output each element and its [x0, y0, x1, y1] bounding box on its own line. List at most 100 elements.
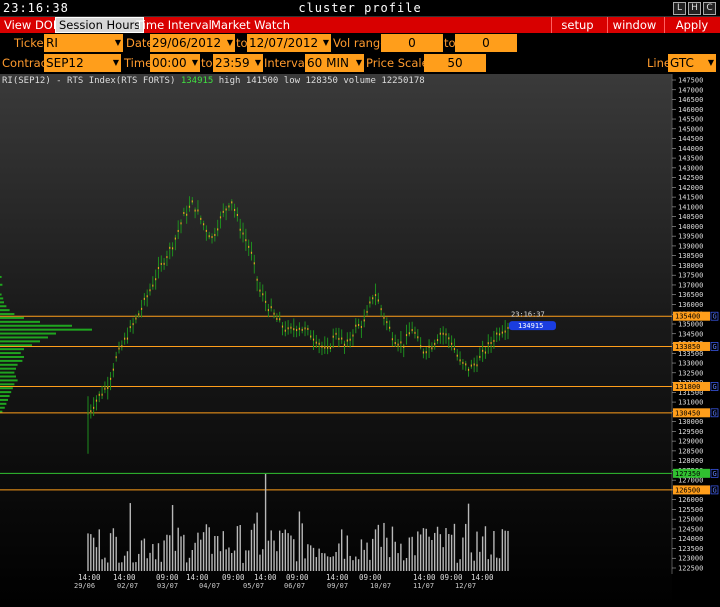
price-bar-close	[180, 222, 182, 225]
price-bar-close	[352, 334, 354, 337]
price-bar-close	[363, 319, 365, 322]
price-tick-label: 140500	[678, 213, 703, 221]
price-bar-close	[479, 355, 481, 358]
price-bar-close	[321, 345, 323, 348]
price-bar-close	[403, 345, 405, 348]
price-bar-close	[391, 338, 394, 341]
apply-button[interactable]: Apply	[664, 17, 719, 33]
volume-profile-bar	[0, 316, 24, 319]
price-bar-close	[171, 247, 174, 250]
volume-profile-bar	[0, 313, 15, 316]
price-bar-close	[377, 299, 379, 302]
close-button[interactable]: C	[703, 2, 716, 15]
time-to-field[interactable]: 23:59 ▼	[213, 54, 263, 72]
window-button[interactable]: window	[607, 17, 661, 33]
chevron-down-icon: ▼	[226, 38, 233, 47]
volume-profile-bar	[0, 275, 2, 278]
price-bar-close	[408, 332, 410, 335]
price-bar-close	[149, 289, 151, 292]
chevron-down-icon: ▼	[322, 38, 329, 47]
time-axis-label: 14:00	[471, 573, 494, 582]
price-bar-close	[420, 345, 422, 348]
ticker-value: RI	[46, 36, 58, 50]
price-bar-close	[233, 208, 236, 211]
volume-profile-bar	[0, 387, 13, 390]
price-tick-label: 141000	[678, 203, 703, 211]
hide-button[interactable]: H	[688, 2, 701, 15]
price-tick-label: 142000	[678, 184, 703, 192]
price-bar-close	[484, 351, 487, 354]
price-bar-close	[465, 363, 467, 366]
price-tick-label: 126000	[678, 496, 703, 504]
price-tick-label: 137500	[678, 272, 703, 280]
price-bar-close	[121, 345, 123, 348]
vol-to-input[interactable]: 0	[455, 34, 517, 52]
date-axis-label: 10/07	[370, 582, 391, 590]
tab-market-watch[interactable]: Market Watch	[208, 17, 293, 33]
price-bar-close	[222, 210, 224, 213]
level-g-label: G	[713, 486, 717, 494]
volume-profile-bar	[0, 367, 16, 370]
time-from-field[interactable]: 00:00 ▼	[150, 54, 200, 72]
price-scale-label: Price Scale	[366, 56, 429, 70]
price-bar-close	[197, 209, 199, 212]
time-axis-label: 09:00	[222, 573, 245, 582]
price-bar-close	[295, 329, 298, 332]
ticker-select[interactable]: RI ▼	[44, 34, 123, 52]
price-bar-close	[152, 284, 154, 287]
line-select[interactable]: GTC ▼	[668, 54, 716, 72]
price-bar-close	[183, 211, 185, 214]
price-bar-close	[298, 327, 301, 330]
price-bar-close	[496, 332, 498, 335]
interval-select[interactable]: 60 MIN ▼	[305, 54, 364, 72]
price-bar-close	[104, 387, 106, 390]
price-bar-close	[459, 359, 461, 362]
price-bar-close	[191, 200, 193, 203]
chevron-down-icon: ▼	[254, 58, 261, 67]
price-bar-close	[208, 235, 210, 238]
price-bar-close	[411, 329, 413, 332]
chart-area[interactable]: 147500 147000 146500 146000 145500 145000 1445…	[0, 74, 720, 607]
price-tick-label: 124000	[678, 535, 703, 543]
time-axis-label: 09:00	[286, 573, 309, 582]
price-bar-close	[431, 347, 433, 350]
volume-profile-bar	[0, 324, 72, 327]
price-bar-close	[217, 228, 219, 231]
link-button[interactable]: L	[673, 2, 686, 15]
date-to-field[interactable]: 12/07/2012 ▼	[247, 34, 331, 52]
price-bar-close	[498, 333, 501, 336]
time-axis-label: 09:00	[440, 573, 463, 582]
price-bar-close	[473, 363, 475, 366]
price-tick-label: 135000	[678, 321, 703, 329]
chart-symbol: RI(SEP12) - RTS Index(RTS FORTS)	[2, 76, 176, 86]
price-bar-close	[245, 239, 247, 242]
price-bar-close	[174, 237, 176, 240]
price-bar-close	[366, 310, 368, 313]
time-from-value: 00:00	[152, 56, 187, 70]
time-axis-label: 14:00	[254, 573, 277, 582]
price-tick-label: 131000	[678, 399, 703, 407]
volume-profile-bar	[0, 359, 23, 362]
level-label: 135400	[675, 313, 700, 321]
setup-button[interactable]: setup	[551, 17, 603, 33]
price-scale-input[interactable]: 50	[424, 54, 486, 72]
tab-session-hours[interactable]: Session Hours	[55, 17, 145, 33]
price-tick-label: 127000	[678, 477, 703, 485]
volume-profile-bar	[0, 352, 21, 355]
price-bar-close	[358, 324, 360, 327]
price-bar-close	[448, 337, 450, 340]
tab-time-interval[interactable]: Time Interval	[133, 17, 215, 33]
price-tick-label: 138000	[678, 262, 703, 270]
chevron-down-icon: ▼	[707, 58, 714, 67]
price-bar-close	[394, 342, 396, 345]
date-from-field[interactable]: 29/06/2012 ▼	[150, 34, 235, 52]
price-bar-close	[490, 342, 492, 345]
vol-from-input[interactable]: 0	[381, 34, 443, 52]
volume-profile-bar	[0, 402, 7, 405]
date-axis-label: 29/06	[74, 582, 95, 590]
price-bar-close	[374, 294, 377, 297]
price-tick-label: 123000	[678, 555, 703, 563]
control-row-1: Ticker RI ▼ Date 29/06/2012 ▼ to 12/07/201…	[0, 33, 720, 53]
price-tick-label: 124500	[678, 525, 703, 533]
contract-select[interactable]: SEP12 ▼	[44, 54, 121, 72]
